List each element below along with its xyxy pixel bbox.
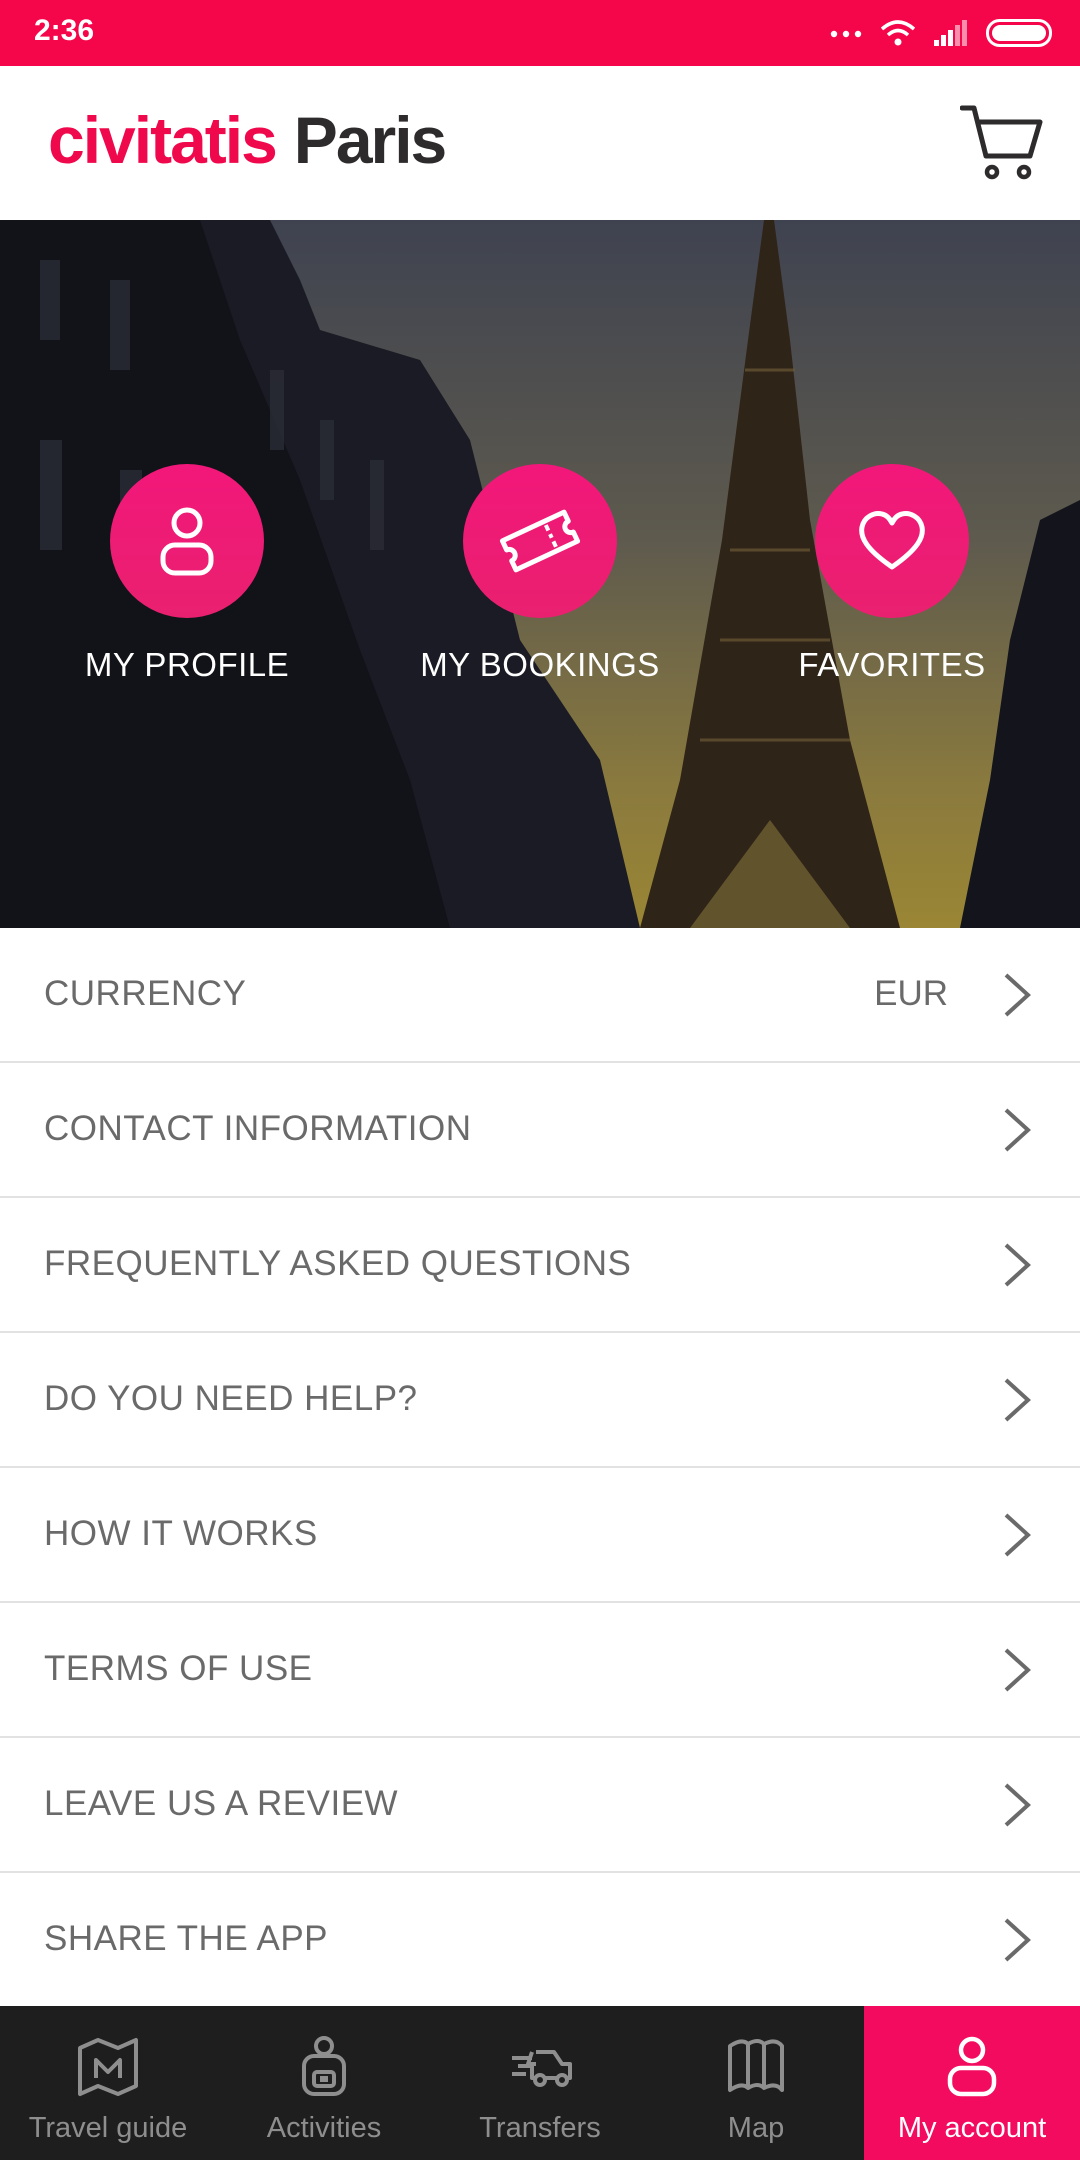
menu-item-label: HOW IT WORKS <box>44 1514 318 1553</box>
menu-item-share-app[interactable]: SHARE THE APP <box>0 1873 1080 2008</box>
favorites-button[interactable]: FAVORITES <box>752 464 1032 684</box>
more-dots-icon <box>830 30 862 38</box>
nav-activities[interactable]: Activities <box>216 2006 432 2160</box>
hero-banner: MY PROFILE MY BOOKINGS FAVORITES <box>0 220 1080 928</box>
nav-transfers[interactable]: Transfers <box>432 2006 648 2160</box>
menu-item-how-it-works[interactable]: HOW IT WORKS <box>0 1468 1080 1603</box>
chevron-right-icon <box>1004 1378 1031 1422</box>
my-profile-button[interactable]: MY PROFILE <box>47 464 327 684</box>
logo[interactable]: civitatis Paris <box>48 102 447 178</box>
settings-menu: CURRENCY EUR CONTACT INFORMATION FREQUEN… <box>0 928 1080 2008</box>
logo-brand: civitatis <box>48 103 278 177</box>
menu-item-currency[interactable]: CURRENCY EUR <box>0 928 1080 1063</box>
chevron-right-icon <box>1004 1243 1031 1287</box>
signal-icon <box>934 20 967 46</box>
bottom-nav: Travel guide Activities Transfers Map My… <box>0 2006 1080 2160</box>
menu-item-help[interactable]: DO YOU NEED HELP? <box>0 1333 1080 1468</box>
nav-label: My account <box>897 2112 1047 2144</box>
status-icons <box>830 16 1052 50</box>
ticket-icon <box>499 509 581 573</box>
logo-city: Paris <box>293 103 447 177</box>
nav-travel-guide[interactable]: Travel guide <box>0 2006 216 2160</box>
my-profile-circle <box>110 464 264 618</box>
map-icon <box>728 2039 784 2092</box>
currency-value: EUR <box>874 974 948 1013</box>
menu-item-label: CONTACT INFORMATION <box>44 1109 472 1148</box>
battery-icon <box>986 19 1052 47</box>
chevron-right-icon <box>1004 1513 1031 1557</box>
nav-label: Activities <box>266 2112 382 2144</box>
car-icon <box>512 2050 572 2087</box>
wifi-icon <box>880 20 916 46</box>
my-bookings-label: MY BOOKINGS <box>420 646 660 683</box>
menu-item-label: CURRENCY <box>44 974 247 1013</box>
user-icon <box>947 2036 997 2097</box>
user-icon <box>160 507 214 576</box>
nav-label: Map <box>727 2112 785 2144</box>
chevron-right-icon <box>1004 1108 1031 1152</box>
chevron-right-icon <box>1004 1918 1031 1962</box>
favorites-label: FAVORITES <box>798 646 986 683</box>
menu-item-label: TERMS OF USE <box>44 1649 313 1688</box>
my-bookings-button[interactable]: MY BOOKINGS <box>400 464 680 684</box>
chevron-right-icon <box>1004 1648 1031 1692</box>
favorites-circle <box>815 464 969 618</box>
chevron-right-icon <box>1004 1783 1031 1827</box>
heart-icon <box>859 511 925 570</box>
my-bookings-circle <box>463 464 617 618</box>
backpack-icon <box>302 2036 346 2096</box>
menu-item-label: SHARE THE APP <box>44 1919 329 1958</box>
menu-item-label: FREQUENTLY ASKED QUESTIONS <box>44 1244 632 1283</box>
menu-item-contact-information[interactable]: CONTACT INFORMATION <box>0 1063 1080 1198</box>
nav-map[interactable]: Map <box>648 2006 864 2160</box>
status-time: 2:36 <box>34 14 95 47</box>
chevron-right-icon <box>1004 973 1031 1017</box>
app-header: civitatis Paris <box>0 66 1080 220</box>
menu-item-label: DO YOU NEED HELP? <box>44 1379 418 1418</box>
nav-label: Transfers <box>479 2112 601 2144</box>
nav-label: Travel guide <box>28 2112 188 2144</box>
menu-item-label: LEAVE US A REVIEW <box>44 1784 399 1823</box>
menu-item-terms-of-use[interactable]: TERMS OF USE <box>0 1603 1080 1738</box>
status-bar: 2:36 <box>0 0 1080 66</box>
nav-my-account[interactable]: My account <box>864 2006 1080 2160</box>
menu-item-leave-review[interactable]: LEAVE US A REVIEW <box>0 1738 1080 1873</box>
menu-item-faq[interactable]: FREQUENTLY ASKED QUESTIONS <box>0 1198 1080 1333</box>
my-profile-label: MY PROFILE <box>84 646 290 683</box>
cart-icon[interactable] <box>960 102 1044 182</box>
guide-map-icon <box>78 2038 138 2096</box>
